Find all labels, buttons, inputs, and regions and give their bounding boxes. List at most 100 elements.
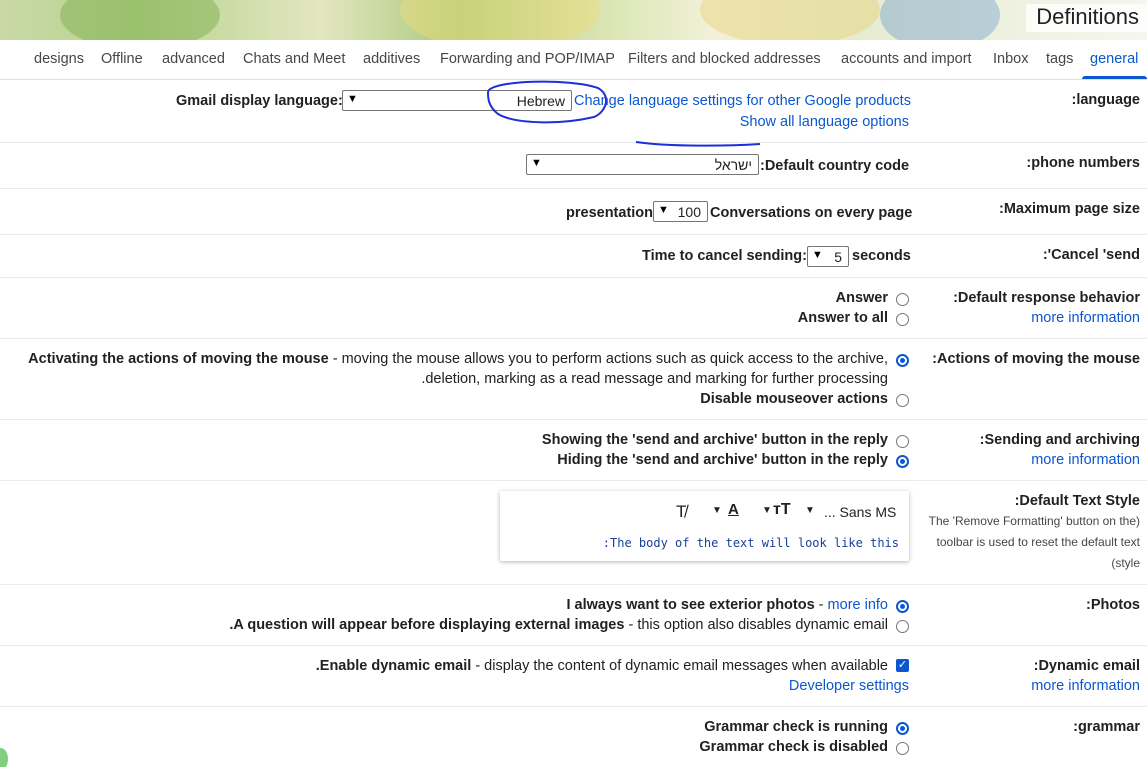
text-style-note-line3: (style (1111, 556, 1140, 570)
language-label: :language (1071, 92, 1140, 108)
text-style-note-line1: The 'Remove Formatting' button on the) (928, 514, 1140, 528)
grammar-on-label: Grammar check is running (704, 719, 888, 735)
tab-chats-and-meet[interactable]: Chats and Meet (243, 51, 345, 67)
dynamic-email-label: :Dynamic email (1033, 658, 1140, 674)
answer-option-label: Answer (835, 290, 888, 306)
dynamic-email-title: .Enable dynamic email (315, 658, 472, 674)
remove-formatting-icon[interactable]: T̸ (676, 502, 686, 522)
display-language-label: Gmail display language: (176, 93, 343, 109)
photos-separator: - (814, 597, 828, 613)
tab-offline[interactable]: Offline (101, 51, 143, 67)
cancel-send-select[interactable]: ▼ 5 (807, 246, 849, 267)
text-style-note-line2: toolbar is used to reset the default tex… (936, 535, 1140, 549)
send-archive-show-radio[interactable] (896, 435, 909, 448)
text-style-preview: :The body of the text will look like thi… (602, 536, 899, 550)
send-archive-label: :Sending and archiving (979, 432, 1140, 448)
dynamic-email-row: :Dynamic email more information .Enable … (0, 646, 1147, 707)
developer-settings-link[interactable]: Developer settings (789, 678, 909, 694)
mouse-actions-label: :Actions of moving the mouse (932, 351, 1140, 367)
cancel-send-value: 5 (834, 249, 842, 265)
photos-ask-title: .A question will appear before displayin… (229, 617, 625, 633)
grammar-off-label: Grammar check is disabled (699, 739, 888, 755)
photos-ask-radio[interactable] (896, 620, 909, 633)
country-code-select[interactable]: ▼ ישראל (526, 154, 759, 175)
cancel-send-suffix: seconds (852, 248, 911, 264)
page-size-suffix: Conversations on every page (710, 205, 913, 221)
tab-advanced[interactable]: advanced (162, 51, 225, 67)
header-banner: Definitions (0, 0, 1147, 40)
page-size-select[interactable]: ▼ 100 (653, 201, 708, 222)
theme-decoration (880, 0, 1000, 40)
chevron-down-icon: ▼ (531, 157, 542, 169)
photos-more-info-link[interactable]: more info (828, 597, 888, 613)
chevron-down-icon[interactable]: ▼ (762, 505, 772, 516)
theme-decoration (700, 0, 880, 40)
grammar-row: :grammar Grammar check is running Gramma… (0, 707, 1147, 767)
tab-filters[interactable]: Filters and blocked addresses (628, 51, 821, 67)
dynamic-email-checkbox[interactable]: ✓ (896, 659, 909, 672)
chevron-down-icon[interactable]: ▼ (805, 505, 815, 516)
answer-all-option-label: Answer to all (797, 310, 888, 326)
active-tab-indicator (1082, 76, 1147, 79)
tab-forwarding[interactable]: Forwarding and POP/IMAP (440, 51, 615, 67)
answer-radio[interactable] (896, 293, 909, 306)
tab-inbox[interactable]: Inbox (993, 51, 1028, 67)
mouse-actions-enable-text: Activating the actions of moving the mou… (28, 351, 888, 367)
tab-designs[interactable]: designs (34, 51, 84, 67)
country-code-value: ישראל (714, 157, 752, 173)
chevron-down-icon: ▼ (658, 204, 669, 216)
display-language-value: Hebrew (516, 93, 565, 109)
phone-numbers-row: :phone numbers ▼ ישראל :Default country … (0, 143, 1147, 189)
mouse-actions-enable-desc: - moving the mouse allows you to perform… (328, 351, 888, 367)
dynamic-email-desc: - display the content of dynamic email m… (471, 658, 888, 674)
text-style-label: :Default Text Style (1014, 493, 1140, 509)
page-size-value: 100 (677, 204, 701, 220)
grammar-off-radio[interactable] (896, 742, 909, 755)
send-archive-row: :Sending and archiving more information … (0, 420, 1147, 481)
page-size-label: :Maximum page size (998, 201, 1140, 217)
display-language-select[interactable]: ▼ Hebrew (342, 90, 572, 111)
chevron-down-icon: ▼ (347, 93, 358, 105)
dynamic-email-more-info-link[interactable]: more information (1031, 678, 1140, 694)
chevron-down-icon: ▼ (812, 249, 823, 261)
page-title: Definitions (1026, 4, 1147, 32)
photos-ask-text: .A question will appear before displayin… (229, 617, 888, 633)
response-more-info-link[interactable]: more information (1031, 310, 1140, 326)
chevron-down-icon[interactable]: ▼ (712, 505, 722, 516)
send-archive-hide-label: Hiding the 'send and archive' button in … (557, 452, 888, 468)
tab-accounts-and-import[interactable]: accounts and import (841, 51, 972, 67)
font-size-icon[interactable]: ᴛT (773, 501, 791, 519)
photos-ask-desc: - this option also disables dynamic emai… (624, 617, 888, 633)
send-archive-hide-radio[interactable] (896, 455, 909, 468)
send-archive-show-label: Showing the 'send and archive' button in… (541, 432, 888, 448)
mouse-actions-disable-radio[interactable] (896, 394, 909, 407)
settings-tabs: designs Offline advanced Chats and Meet … (0, 40, 1147, 80)
show-all-languages-link[interactable]: Show all language options (740, 114, 909, 130)
photos-label: :Photos (1086, 597, 1140, 613)
text-style-editor: T̸ ▼ A ▼ ᴛT ▼ ... Sans MS :The body of t… (500, 491, 909, 561)
photos-always-radio[interactable] (896, 600, 909, 613)
theme-decoration (60, 0, 220, 40)
send-archive-more-info-link[interactable]: more information (1031, 452, 1140, 468)
grammar-on-radio[interactable] (896, 722, 909, 735)
response-behavior-label: :Default response behavior (953, 290, 1140, 306)
mouse-actions-enable-title: Activating the actions of moving the mou… (28, 351, 329, 367)
response-behavior-row: :Default response behavior more informat… (0, 278, 1147, 339)
change-language-link[interactable]: Change language settings for other Googl… (574, 93, 911, 109)
answer-all-radio[interactable] (896, 313, 909, 326)
tab-tags[interactable]: tags (1046, 51, 1073, 67)
theme-decoration (400, 0, 600, 40)
language-row: :language Gmail display language: ▼ Hebr… (0, 80, 1147, 143)
cancel-send-label: :'Cancel 'send (1042, 247, 1140, 263)
country-code-label: :Default country code (760, 158, 910, 174)
font-family-select[interactable]: ... Sans MS (824, 504, 896, 520)
dynamic-email-text: .Enable dynamic email - display the cont… (316, 658, 888, 674)
page-size-prefix: presentation (566, 205, 654, 221)
tab-additives[interactable]: additives (363, 51, 420, 67)
phone-numbers-label: :phone numbers (1026, 155, 1140, 171)
grammar-label: :grammar (1073, 719, 1140, 735)
tab-general[interactable]: general (1090, 51, 1138, 67)
text-color-icon[interactable]: A (728, 501, 739, 518)
mouse-actions-enable-radio[interactable] (896, 354, 909, 367)
mouse-actions-enable-desc-line2: .deletion, marking as a read message and… (421, 371, 888, 387)
